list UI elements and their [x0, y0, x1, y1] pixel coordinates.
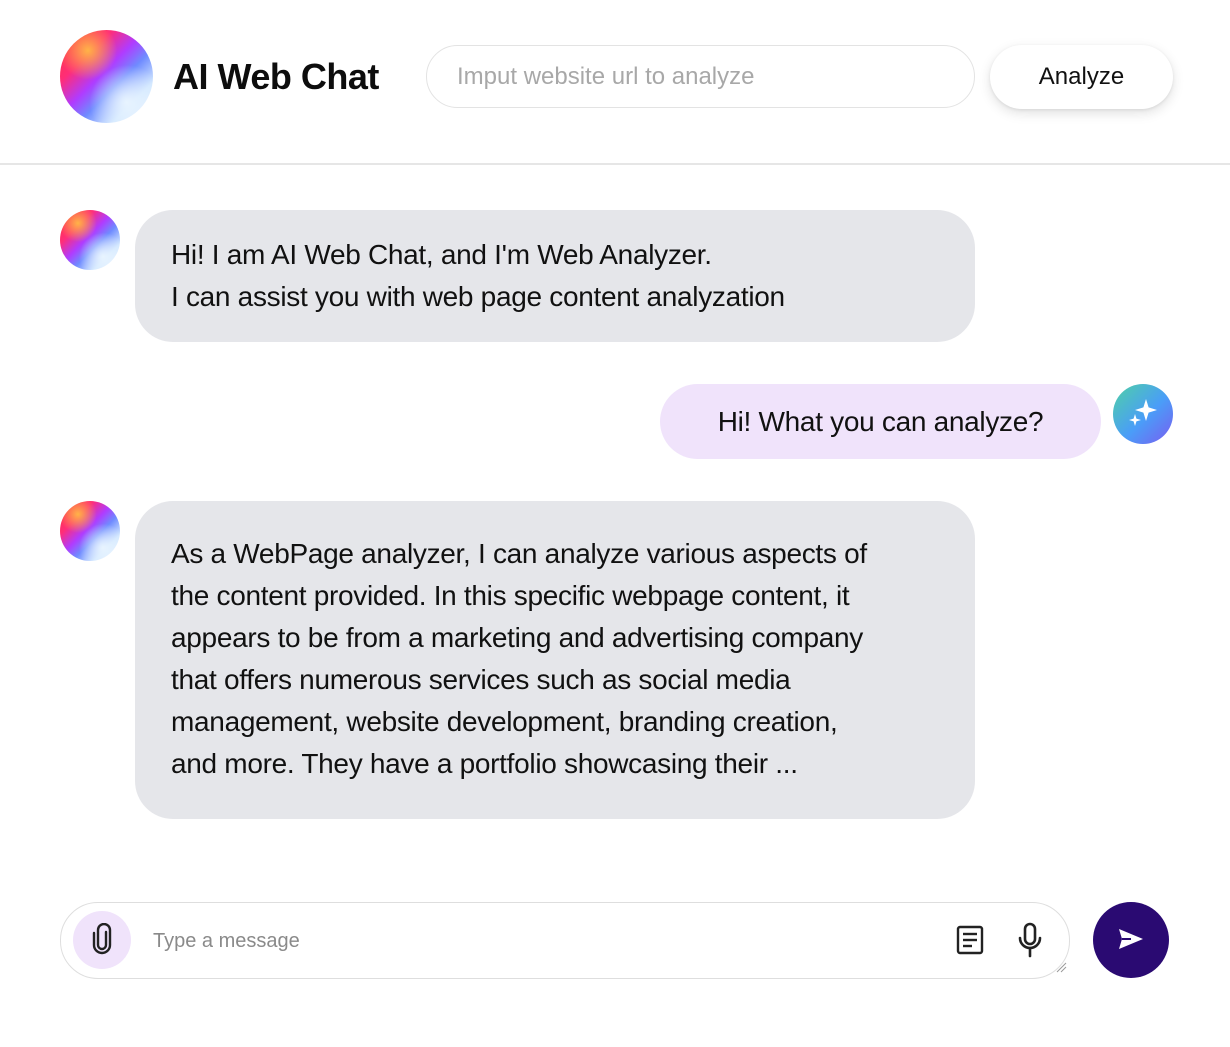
message-line: management, website development, brandin… [171, 706, 838, 737]
message-line: Hi! I am AI Web Chat, and I'm Web Analyz… [171, 239, 712, 270]
document-button[interactable] [953, 925, 987, 959]
message-line: that offers numerous services such as so… [171, 664, 791, 695]
send-button[interactable] [1093, 902, 1169, 978]
user-avatar [1113, 384, 1173, 444]
bot-avatar [60, 210, 120, 270]
website-url-input[interactable] [426, 45, 975, 108]
analyze-button[interactable]: Analyze [990, 45, 1173, 109]
bot-message-bubble: As a WebPage analyzer, I can analyze var… [135, 501, 975, 819]
microphone-button[interactable] [1013, 922, 1047, 963]
message-line: and more. They have a portfolio showcasi… [171, 748, 798, 779]
microphone-icon [1017, 922, 1043, 963]
message-line: appears to be from a marketing and adver… [171, 622, 863, 653]
bot-avatar [60, 501, 120, 561]
bot-message-bubble: Hi! I am AI Web Chat, and I'm Web Analyz… [135, 210, 975, 342]
chat-app: AI Web Chat Analyze Hi! I am AI Web Chat… [0, 0, 1230, 1047]
sparkles-icon [1125, 394, 1161, 435]
paperclip-icon [88, 922, 116, 958]
header: AI Web Chat Analyze [0, 0, 1230, 165]
message-line: Hi! What you can analyze? [717, 405, 1044, 437]
app-title: AI Web Chat [173, 56, 379, 97]
user-message-bubble: Hi! What you can analyze? [660, 384, 1101, 459]
document-icon [956, 925, 984, 960]
message-line: As a WebPage analyzer, I can analyze var… [171, 538, 867, 569]
send-icon [1117, 927, 1145, 954]
app-logo [60, 30, 153, 123]
message-composer [60, 902, 1070, 979]
attach-button[interactable] [73, 911, 131, 969]
message-line: the content provided. In this specific w… [171, 580, 850, 611]
textarea-resize-handle[interactable] [1055, 960, 1067, 973]
message-line: I can assist you with web page content a… [171, 281, 785, 312]
message-input[interactable] [153, 923, 913, 959]
